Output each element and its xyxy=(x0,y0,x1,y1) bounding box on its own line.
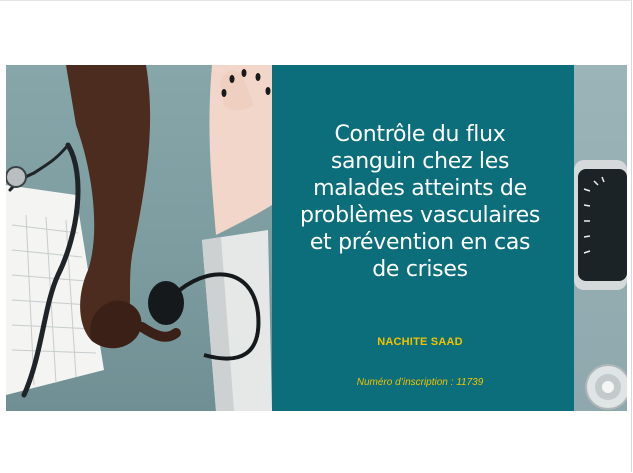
title-line: de crises xyxy=(372,257,468,282)
inscription-number: Numéro d’inscription : 11739 xyxy=(356,377,484,388)
stethoscope-illustration xyxy=(6,65,272,411)
title-line: problèmes vasculaires xyxy=(300,203,540,228)
slide-title: Contrôle du flux sanguin chez les malade… xyxy=(284,121,556,283)
title-line: Contrôle du flux xyxy=(334,122,506,147)
title-line: malades atteints de xyxy=(313,176,527,201)
pump-bulb xyxy=(148,281,184,325)
gauge-illustration xyxy=(574,160,627,410)
title-panel: Contrôle du flux sanguin chez les malade… xyxy=(272,65,568,411)
title-line: et prévention en cas xyxy=(309,230,531,255)
bp-cuff xyxy=(202,230,272,411)
medical-photo-right xyxy=(574,65,627,411)
medical-photo-left xyxy=(6,65,272,411)
arm-light xyxy=(209,65,272,235)
title-slide: Contrôle du flux sanguin chez les malade… xyxy=(6,65,627,411)
title-line: sanguin chez les xyxy=(330,149,510,174)
author-name: NACHITE SAAD xyxy=(377,336,463,348)
